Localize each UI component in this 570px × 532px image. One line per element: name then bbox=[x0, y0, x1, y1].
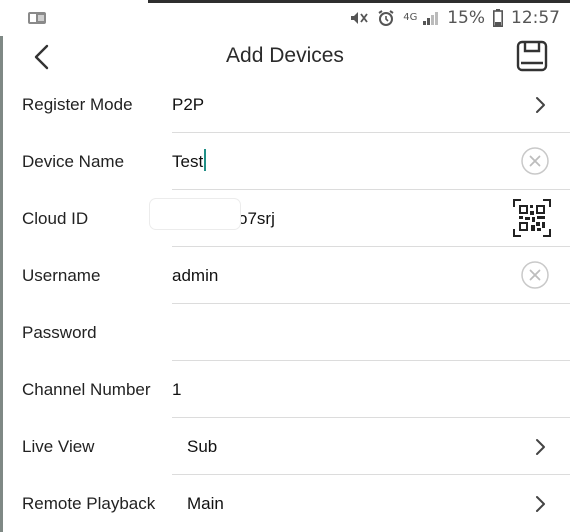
channel-number-row: Channel Number 1 bbox=[0, 361, 570, 418]
live-view-value[interactable]: Sub bbox=[187, 418, 217, 475]
chevron-right-icon[interactable] bbox=[534, 494, 546, 514]
cloud-id-label: Cloud ID bbox=[22, 209, 89, 228]
username-input[interactable]: admin bbox=[172, 247, 218, 304]
cloud-id-row: Cloud ID o7srj bbox=[0, 190, 570, 247]
redaction-box bbox=[150, 199, 240, 229]
register-mode-value[interactable]: P2P bbox=[172, 76, 204, 133]
password-row: Password bbox=[0, 304, 570, 361]
remote-playback-label: Remote Playback bbox=[22, 494, 156, 513]
live-view-row[interactable]: Live View Sub bbox=[0, 418, 570, 475]
notification-app-icon bbox=[28, 12, 46, 24]
text-cursor bbox=[204, 149, 207, 171]
chevron-right-icon[interactable] bbox=[534, 95, 546, 115]
register-mode-row[interactable]: Register Mode P2P bbox=[0, 76, 570, 133]
channel-number-label: Channel Number bbox=[22, 380, 151, 399]
username-row: Username admin bbox=[0, 247, 570, 304]
channel-number-input[interactable]: 1 bbox=[172, 361, 181, 418]
battery-percent: 15% bbox=[447, 8, 485, 28]
register-mode-label: Register Mode bbox=[22, 95, 133, 114]
page-title: Add Devices bbox=[226, 44, 344, 67]
signal-icon bbox=[423, 12, 439, 25]
device-name-row: Device Name Test bbox=[0, 133, 570, 190]
clear-icon[interactable] bbox=[520, 146, 550, 176]
status-top-edge bbox=[148, 0, 570, 3]
qr-code-icon[interactable] bbox=[512, 198, 552, 238]
clock: 12:57 bbox=[511, 8, 560, 28]
live-view-label: Live View bbox=[22, 437, 95, 456]
alarm-icon bbox=[378, 10, 394, 26]
battery-icon bbox=[493, 9, 503, 27]
remote-playback-value[interactable]: Main bbox=[187, 475, 224, 532]
app-header: Add Devices bbox=[0, 36, 570, 78]
network-type-text: 4G bbox=[403, 12, 418, 23]
device-name-value: Test bbox=[172, 152, 204, 171]
password-input[interactable] bbox=[172, 304, 542, 361]
clear-icon[interactable] bbox=[520, 260, 550, 290]
chevron-right-icon[interactable] bbox=[534, 437, 546, 457]
password-label: Password bbox=[22, 323, 97, 342]
cloud-id-value: o7srj bbox=[238, 209, 275, 228]
save-icon[interactable] bbox=[516, 40, 548, 72]
username-label: Username bbox=[22, 266, 101, 285]
mute-icon bbox=[351, 12, 368, 24]
cloud-id-input[interactable]: o7srj bbox=[238, 190, 275, 247]
device-name-label: Device Name bbox=[22, 152, 125, 171]
status-right-cluster: 4G 15% 12:57 bbox=[349, 7, 560, 29]
device-form: Register Mode P2P Device Name Test Cloud… bbox=[0, 76, 570, 532]
device-name-input[interactable]: Test bbox=[172, 133, 207, 190]
status-bar: 4G 15% 12:57 bbox=[0, 0, 570, 36]
remote-playback-row[interactable]: Remote Playback Main bbox=[0, 475, 570, 532]
